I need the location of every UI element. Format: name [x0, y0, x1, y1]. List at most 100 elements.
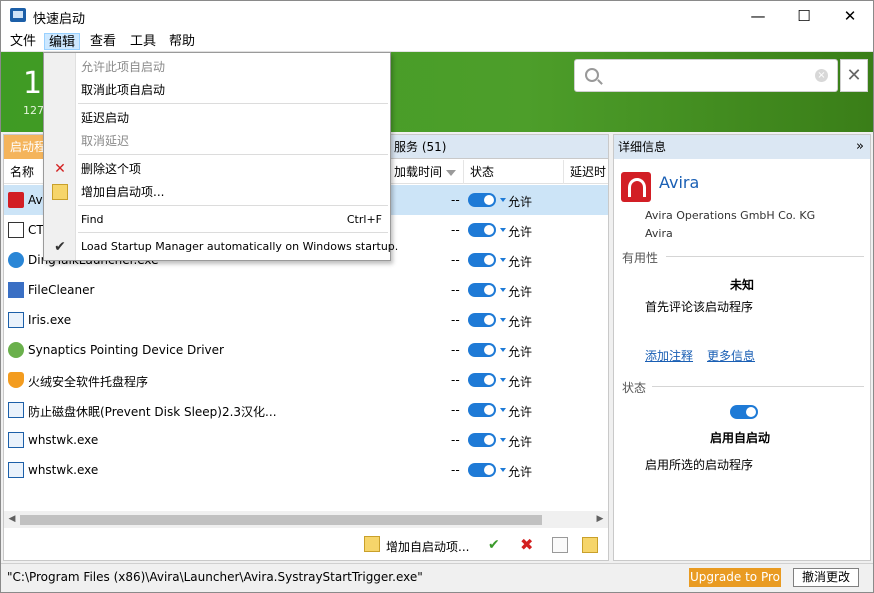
toggle-dropdown-icon[interactable] — [500, 378, 506, 382]
window-icon — [8, 312, 24, 328]
table-row[interactable]: whstwk.exe -- 允许 — [4, 425, 608, 455]
avira-logo-icon — [621, 172, 651, 202]
product-name: Avira — [645, 227, 673, 240]
upgrade-button[interactable]: Upgrade to Pro — [689, 568, 781, 587]
scroll-right-icon[interactable]: ▶ — [592, 511, 608, 528]
menu-help[interactable]: 帮助 — [165, 33, 199, 50]
delete-icon[interactable]: ✖ — [520, 537, 536, 553]
add-startup-button[interactable]: 增加自启动项... — [386, 538, 469, 555]
search-icon — [585, 68, 599, 82]
company-name: Avira Operations GmbH Co. KG — [645, 209, 816, 222]
app-name: Avira — [659, 173, 700, 192]
column-status[interactable]: 状态 — [464, 160, 564, 184]
menu-item-allow[interactable]: 允许此项自启动 — [81, 56, 165, 78]
close-button[interactable]: ✕ — [827, 1, 873, 31]
menu-item-cancel-startup[interactable]: 取消此项自启动 — [81, 79, 165, 101]
toggle-dropdown-icon[interactable] — [500, 348, 506, 352]
row-toggle[interactable] — [468, 253, 496, 267]
more-info-link[interactable]: 更多信息 — [707, 347, 755, 364]
row-name: 火绒安全软件托盘程序 — [28, 375, 149, 389]
row-state: 允许 — [508, 285, 533, 299]
maximize-button[interactable]: ☐ — [781, 1, 827, 31]
toggle-dropdown-icon[interactable] — [500, 288, 506, 292]
table-row[interactable]: 防止磁盘休眠(Prevent Disk Sleep)2.3汉化... -- 允许 — [4, 395, 608, 425]
state-label: 状态 — [622, 381, 647, 395]
row-state: 允许 — [508, 375, 533, 389]
avira-icon — [8, 192, 24, 208]
row-toggle[interactable] — [468, 403, 496, 417]
scroll-thumb[interactable] — [20, 515, 542, 525]
horizontal-scrollbar[interactable]: ◀ ▶ — [4, 511, 608, 528]
title-bar: 快速启动 — ☐ ✕ — [1, 1, 873, 31]
startup-subtext: 127 — [23, 104, 44, 117]
cleaner-icon — [8, 282, 24, 298]
properties-icon[interactable] — [552, 537, 568, 553]
menu-tools[interactable]: 工具 — [126, 33, 160, 50]
menu-view[interactable]: 查看 — [86, 33, 120, 50]
synaptics-icon — [8, 342, 24, 358]
row-toggle[interactable] — [468, 283, 496, 297]
row-toggle[interactable] — [468, 463, 496, 477]
divider — [666, 256, 864, 257]
row-state: 允许 — [508, 405, 533, 419]
menu-item-delete[interactable]: 删除这个项 — [81, 158, 141, 180]
close-search-button[interactable]: ✕ — [840, 59, 868, 92]
edit-menu-dropdown: 允许此项自启动 取消此项自启动 延迟启动 取消延迟 ✕ 删除这个项 增加自启动项… — [43, 52, 398, 261]
collapse-chevron-icon[interactable]: » — [856, 135, 864, 159]
app-icon — [10, 8, 26, 22]
state-toggle[interactable] — [730, 405, 758, 419]
toggle-dropdown-icon[interactable] — [500, 258, 506, 262]
row-name: whstwk.exe — [28, 463, 99, 477]
toggle-dropdown-icon[interactable] — [500, 408, 506, 412]
row-state: 允许 — [508, 315, 533, 329]
toggle-dropdown-icon[interactable] — [500, 468, 506, 472]
undo-changes-button[interactable]: 撤消更改 — [793, 568, 859, 587]
approve-icon[interactable]: ✔ — [488, 537, 504, 553]
menu-item-find[interactable]: Find — [81, 209, 104, 231]
row-toggle[interactable] — [468, 373, 496, 387]
scroll-left-icon[interactable]: ◀ — [4, 511, 20, 528]
window-title: 快速启动 — [33, 12, 86, 27]
table-row[interactable]: whstwk.exe -- 允许 — [4, 455, 608, 485]
row-toggle[interactable] — [468, 223, 496, 237]
toggle-dropdown-icon[interactable] — [500, 318, 506, 322]
menu-item-cancel-delay[interactable]: 取消延迟 — [81, 130, 129, 152]
menu-separator — [78, 205, 388, 206]
menu-edit[interactable]: 编辑 — [44, 33, 81, 50]
status-bar: "C:\Program Files (x86)\Avira\Launcher\A… — [1, 563, 873, 592]
state-description: 启用所选的启动程序 — [645, 458, 754, 472]
toggle-dropdown-icon[interactable] — [500, 198, 506, 202]
row-toggle[interactable] — [468, 313, 496, 327]
folder-icon[interactable] — [582, 537, 598, 553]
toggle-dropdown-icon[interactable] — [500, 228, 506, 232]
add-item-icon[interactable] — [364, 536, 380, 552]
table-row[interactable]: FileCleaner -- 允许 — [4, 275, 608, 305]
state-value: 启用自启动 — [710, 431, 771, 445]
window-icon — [8, 402, 24, 418]
tab-services[interactable]: 服务 (51) — [388, 135, 452, 159]
toggle-dropdown-icon[interactable] — [500, 438, 506, 442]
search-box[interactable]: × — [574, 59, 838, 92]
row-toggle[interactable] — [468, 193, 496, 207]
menu-file[interactable]: 文件 — [6, 33, 40, 50]
usefulness-label: 有用性 — [622, 251, 659, 265]
row-load-time: -- — [451, 343, 460, 357]
bottom-toolbar: 增加自启动项... ✔ ✖ — [4, 529, 608, 560]
window-icon — [8, 432, 24, 448]
clear-search-icon[interactable]: × — [815, 69, 828, 82]
table-row[interactable]: Synaptics Pointing Device Driver -- 允许 — [4, 335, 608, 365]
column-delay[interactable]: 延迟时 — [564, 160, 608, 184]
table-row[interactable]: 火绒安全软件托盘程序 -- 允许 — [4, 365, 608, 395]
menu-item-add[interactable]: 增加自启动项... — [81, 181, 164, 203]
row-toggle[interactable] — [468, 343, 496, 357]
row-name: FileCleaner — [28, 283, 95, 297]
menu-item-autoload[interactable]: Load Startup Manager automatically on Wi… — [81, 236, 398, 258]
menu-item-delay[interactable]: 延迟启动 — [81, 107, 129, 129]
table-row[interactable]: Iris.exe -- 允许 — [4, 305, 608, 335]
row-name: whstwk.exe — [28, 433, 99, 447]
minimize-button[interactable]: — — [735, 1, 781, 31]
row-state: 允许 — [508, 435, 533, 449]
add-comment-link[interactable]: 添加注释 — [645, 347, 693, 364]
shield-icon — [8, 372, 24, 388]
row-toggle[interactable] — [468, 433, 496, 447]
